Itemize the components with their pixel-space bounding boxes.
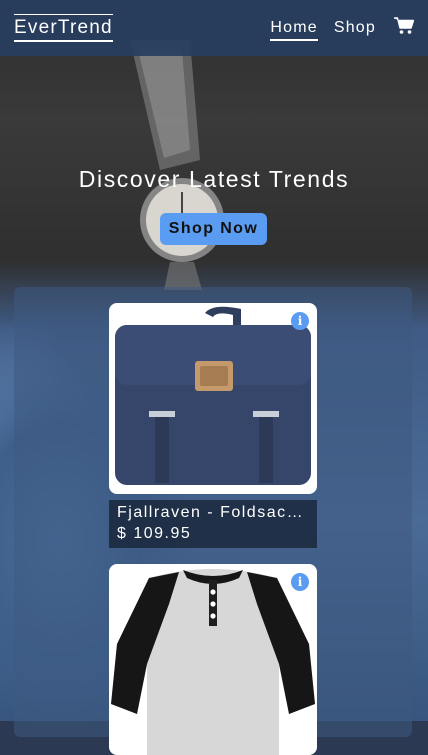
product-image[interactable]: i	[109, 303, 317, 494]
shopping-cart-icon[interactable]	[394, 17, 415, 35]
nav-link-home[interactable]: Home	[270, 17, 318, 41]
backpack-photo	[115, 306, 311, 485]
info-icon[interactable]: i	[291, 312, 309, 330]
product-card[interactable]: i Fjallraven - Foldsack No. 1 Backpack, …	[109, 303, 317, 548]
product-image[interactable]: i	[109, 564, 317, 755]
nav-links: Home Shop	[254, 15, 415, 41]
info-icon[interactable]: i	[291, 573, 309, 591]
navbar: EverTrend Home Shop	[0, 0, 428, 56]
hero-banner: Discover Latest Trends Shop Now	[0, 56, 428, 288]
hero-title: Discover Latest Trends	[78, 166, 350, 192]
shop-now-button[interactable]: Shop Now	[160, 213, 267, 245]
nav-link-shop[interactable]: Shop	[334, 17, 376, 39]
product-card[interactable]: i	[109, 564, 317, 755]
product-panel: i Fjallraven - Foldsack No. 1 Backpack, …	[14, 287, 412, 755]
product-caption: Fjallraven - Foldsack No. 1 Backpack, Fi…	[109, 500, 317, 548]
brand-logo[interactable]: EverTrend	[14, 14, 113, 42]
product-name: Fjallraven - Foldsack No. 1 Backpack, Fi…	[117, 504, 309, 521]
raglan-shirt-photo	[111, 569, 315, 755]
product-price: $ 109.95	[117, 525, 192, 542]
